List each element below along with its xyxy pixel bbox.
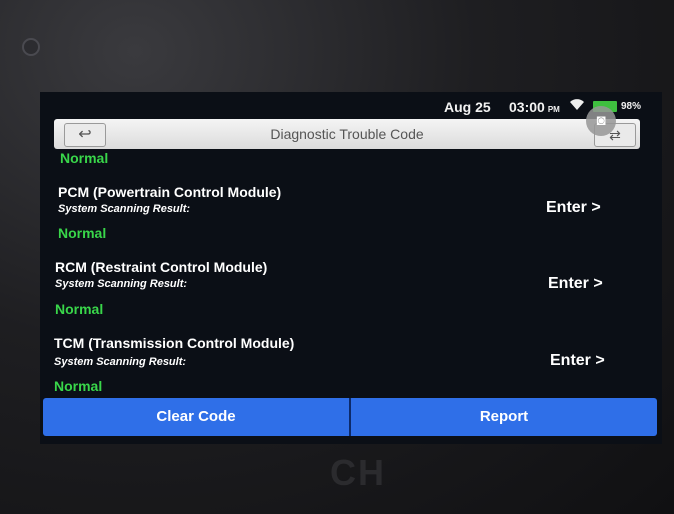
scan-result-label: System Scanning Result: — [58, 203, 191, 215]
scan-status: Normal — [54, 378, 103, 394]
partial-status-text: Normal — [60, 150, 109, 166]
enter-button[interactable]: Enter > — [550, 352, 605, 370]
scan-status: Normal — [58, 225, 107, 241]
device-bezel: CH Aug 25 03:00 PM 98% ↩ Diagnostic Troub… — [0, 0, 674, 514]
camera-lens-icon — [22, 38, 40, 56]
module-name: PCM (Powertrain Control Module) — [58, 184, 282, 200]
scan-result-label: System Scanning Result: — [54, 356, 187, 368]
module-list: Normal PCM (Powertrain Control Module) S… — [40, 92, 662, 444]
report-button[interactable]: Report — [351, 398, 657, 436]
scan-status: Normal — [55, 301, 104, 317]
module-name: RCM (Restraint Control Module) — [55, 259, 268, 275]
device-brand: CH — [330, 452, 386, 493]
clear-code-button[interactable]: Clear Code — [43, 398, 349, 436]
scan-result-label: System Scanning Result: — [55, 278, 188, 290]
action-bar: Clear Code Report — [43, 398, 657, 436]
enter-button[interactable]: Enter > — [548, 275, 603, 293]
enter-button[interactable]: Enter > — [546, 199, 601, 217]
device-screen: Aug 25 03:00 PM 98% ↩ Diagnostic Trouble … — [40, 92, 662, 444]
module-name: TCM (Transmission Control Module) — [54, 335, 295, 351]
